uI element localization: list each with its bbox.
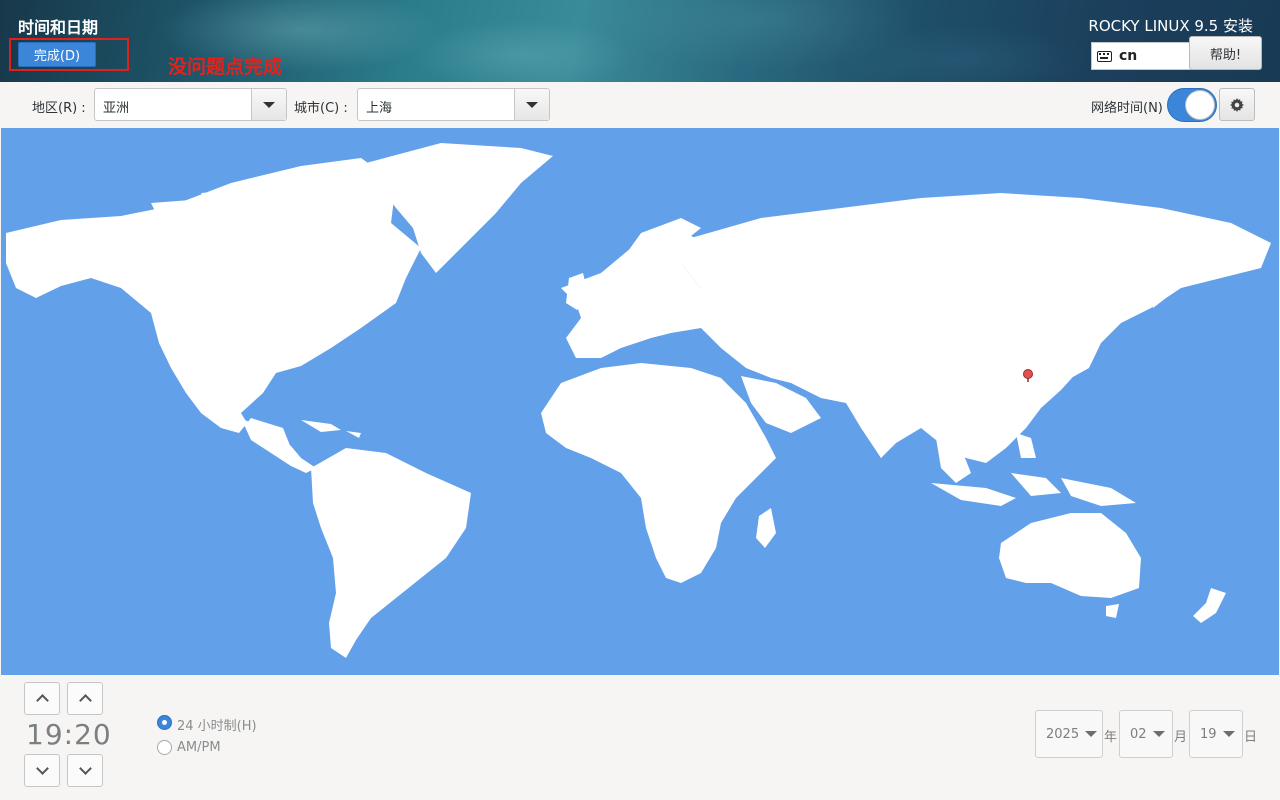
chevron-down-icon: [35, 762, 49, 775]
minute-down-button[interactable]: [67, 754, 103, 787]
tasmania: [1106, 604, 1119, 618]
chevron-down-icon: [1222, 731, 1235, 737]
chevron-down-icon: [1085, 731, 1098, 737]
gear-icon: [1230, 97, 1244, 112]
help-button[interactable]: 帮助!: [1189, 36, 1262, 70]
hours-value: 19: [26, 718, 64, 751]
city-value: 上海: [366, 101, 393, 116]
month-value: 02: [1130, 726, 1147, 742]
toggle-knob: [1185, 90, 1215, 120]
day-value: 19: [1200, 726, 1217, 742]
format-ampm-radio[interactable]: [157, 740, 172, 755]
region-dropdown-button[interactable]: [251, 89, 286, 120]
time-display: 19:20: [26, 718, 112, 751]
page-title: 时间和日期: [18, 18, 99, 37]
city-label: 城市(C) :: [294, 101, 348, 116]
keyboard-icon: [1097, 50, 1112, 62]
time-separator: :: [63, 718, 75, 751]
year-unit: 年: [1104, 730, 1118, 745]
ntp-settings-button[interactable]: [1219, 88, 1255, 121]
world-map[interactable]: [1, 128, 1279, 675]
network-time-toggle[interactable]: [1167, 88, 1217, 122]
region-value: 亚洲: [103, 101, 130, 116]
australia: [999, 513, 1141, 598]
month-dropdown[interactable]: 02: [1119, 710, 1173, 758]
day-unit: 日: [1244, 730, 1258, 745]
chevron-down-icon: [1152, 731, 1165, 737]
keyboard-layout-indicator[interactable]: cn: [1091, 42, 1191, 70]
madagascar: [756, 508, 776, 548]
format-24h-radio[interactable]: [157, 715, 172, 730]
chevron-up-icon: [78, 694, 92, 707]
network-time-label: 网络时间(N): [1091, 101, 1163, 116]
year-value: 2025: [1046, 726, 1080, 742]
south-america: [311, 448, 471, 658]
caribbean: [301, 420, 361, 438]
minute-up-button[interactable]: [67, 682, 103, 715]
done-button[interactable]: 完成(D): [18, 42, 96, 67]
hour-up-button[interactable]: [24, 682, 60, 715]
minutes-value: 20: [74, 718, 112, 751]
world-map-graphic: [6, 143, 1271, 658]
day-dropdown[interactable]: 19: [1189, 710, 1243, 758]
city-combo[interactable]: 上海: [357, 88, 550, 121]
annotation-text: 没问题点完成: [168, 56, 283, 78]
year-dropdown[interactable]: 2025: [1035, 710, 1103, 758]
format-ampm-label: AM/PM: [177, 740, 221, 755]
region-combo[interactable]: 亚洲: [94, 88, 287, 121]
chevron-up-icon: [35, 694, 49, 707]
city-dropdown-button[interactable]: [514, 89, 549, 120]
region-label: 地区(R) :: [32, 101, 86, 116]
chevron-down-icon: [78, 762, 92, 775]
chevron-down-icon: [526, 101, 538, 108]
product-title: ROCKY LINUX 9.5 安装: [1088, 17, 1253, 35]
africa: [541, 363, 776, 583]
format-24h-label: 24 小时制(H): [177, 719, 257, 734]
central-america: [241, 418, 316, 473]
month-unit: 月: [1174, 730, 1188, 745]
chevron-down-icon: [263, 101, 275, 108]
keyboard-layout-label: cn: [1119, 48, 1138, 64]
hour-down-button[interactable]: [24, 754, 60, 787]
header-bar: 时间和日期 完成(D) 没问题点完成 ROCKY LINUX 9.5 安装 cn…: [0, 0, 1280, 82]
new-zealand: [1193, 588, 1226, 623]
